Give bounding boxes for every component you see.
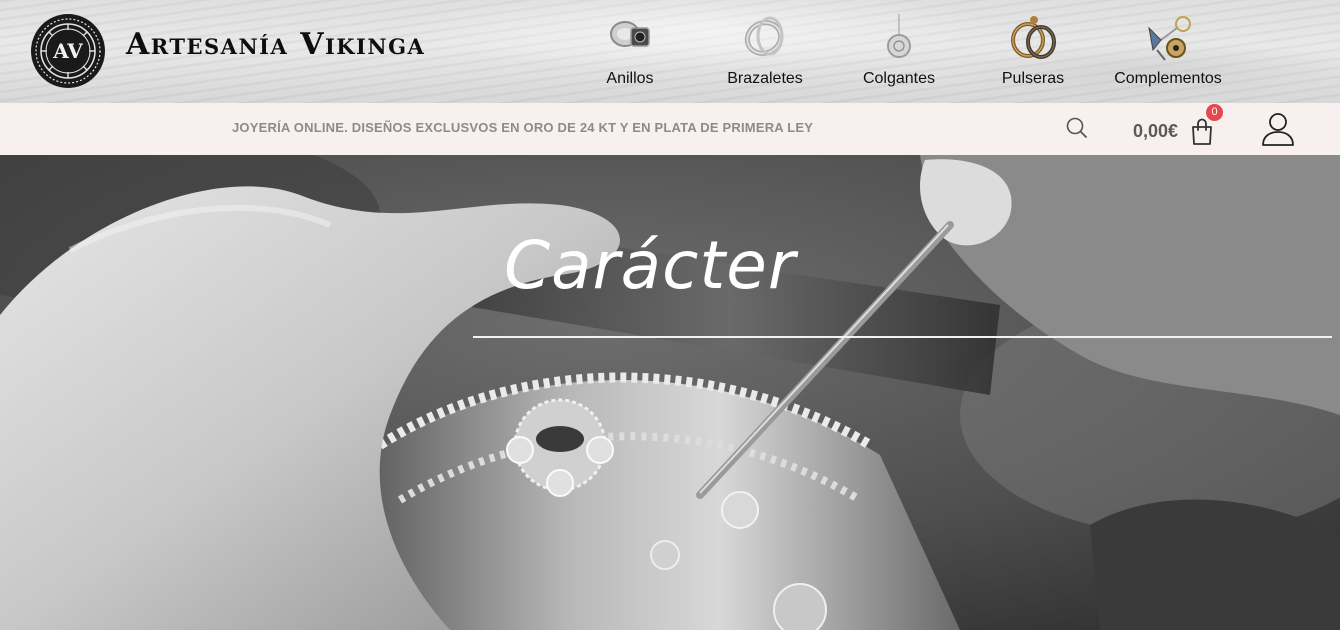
nav-label: Anillos [606,70,654,87]
user-icon [1262,113,1294,146]
brand-name[interactable]: Artesanía Vikinga [126,27,425,62]
nav-item-pulseras[interactable]: Pulseras [963,8,1103,96]
store-tagline: JOYERÍA ONLINE. DISEÑOS EXCLUSVOS EN ORO… [232,120,814,135]
search-icon [1066,117,1087,138]
ring-icon [605,10,655,66]
search-button[interactable] [1064,115,1090,141]
viking-emblem-icon: AV [31,14,105,88]
hero-title: Carácter [504,227,797,304]
cart-button[interactable] [1189,117,1215,147]
nav-label: Complementos [1114,70,1222,87]
info-bar: JOYERÍA ONLINE. DISEÑOS EXCLUSVOS EN ORO… [0,103,1340,155]
bangle-icon [1008,10,1058,66]
bracelet-icon [740,10,790,66]
hero-banner: Carácter [0,155,1340,630]
nav-item-complementos[interactable]: Complementos [1098,8,1238,96]
emblem-initials: AV [52,39,83,63]
site-header: AV Artesanía Vikinga Anillos Brazaletes … [0,0,1340,103]
shopping-bag-icon [1192,118,1212,145]
pendant-icon [874,10,924,66]
hero-divider [473,336,1332,338]
cart-total[interactable]: 0,00€ [1133,121,1178,142]
keychain-icon [1143,10,1193,66]
nav-label: Colgantes [862,70,936,87]
cart-count-badge: 0 [1206,104,1223,121]
nav-label: Pulseras [1001,70,1065,87]
nav-item-anillos[interactable]: Anillos [560,8,700,96]
nav-item-brazaletes[interactable]: Brazaletes [695,8,835,96]
logo-emblem[interactable]: AV [29,12,107,90]
nav-item-colgantes[interactable]: Colgantes [829,8,969,96]
account-button[interactable] [1259,110,1297,148]
nav-label: Brazaletes [727,70,803,87]
